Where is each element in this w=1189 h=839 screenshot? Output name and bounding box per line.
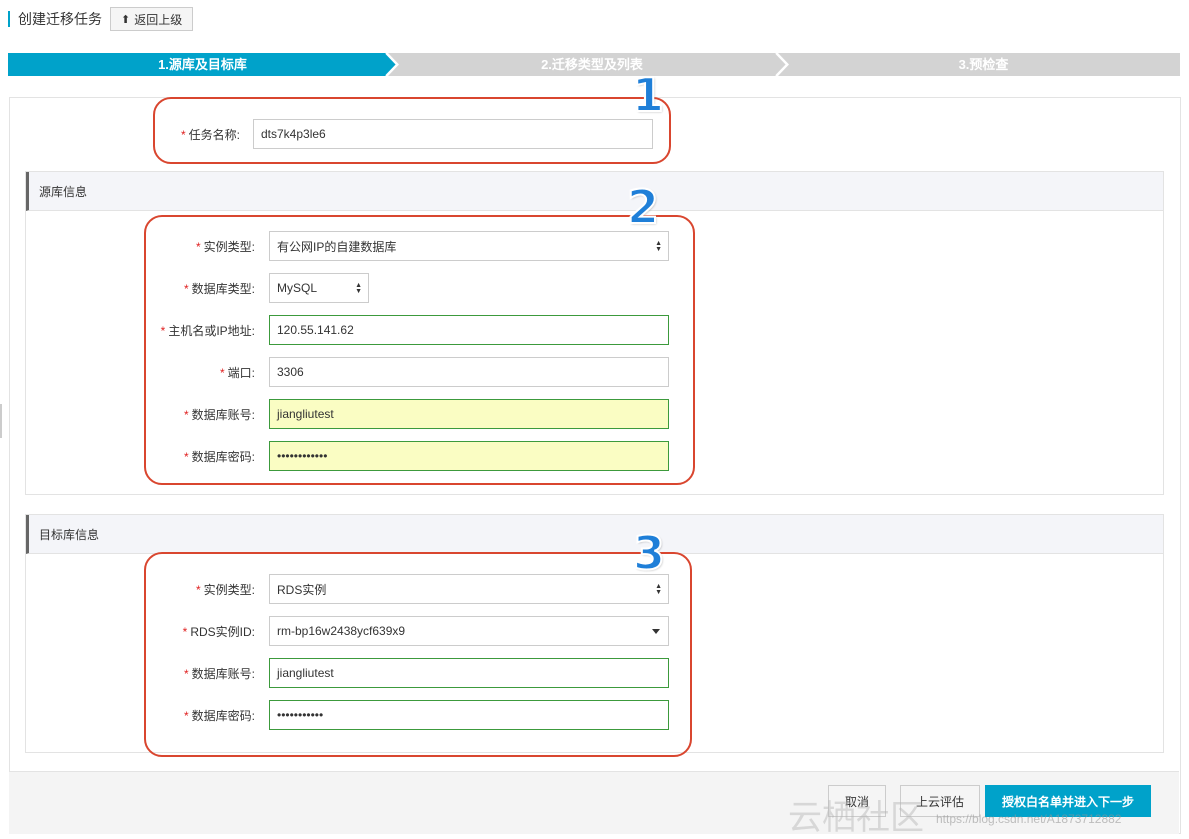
target-section-header: 目标库信息 [26,515,1163,554]
step-1-label: 1.源库及目标库 [158,57,247,72]
annotation-box-1 [153,97,671,164]
title-accent-bar [8,11,10,27]
step-progress: 1.源库及目标库 2.迁移类型及列表 3.预检查 [8,53,1180,76]
arrow-up-icon: ⬆ [121,13,131,26]
watermark-url: https://blog.csdn.net/A1873712882 [936,812,1122,826]
source-section-header: 源库信息 [26,172,1163,211]
annotation-box-3 [144,552,692,757]
watermark-logo: 云栖社区 [788,798,924,838]
step-3-label: 3.预检查 [958,57,1009,72]
left-edge-marker [0,404,2,438]
back-button-label: 返回上级 [134,12,183,27]
annotation-number-3: 3 [632,525,666,581]
annotation-number-1: 1 [631,67,665,123]
back-button[interactable]: ⬆ 返回上级 [110,7,194,31]
annotation-number-2: 2 [626,179,660,235]
step-2-label: 2.迁移类型及列表 [541,57,643,72]
page-title: 创建迁移任务 [18,11,102,27]
annotation-box-2 [144,215,695,485]
page-header: 创建迁移任务 ⬆ 返回上级 [8,6,194,32]
